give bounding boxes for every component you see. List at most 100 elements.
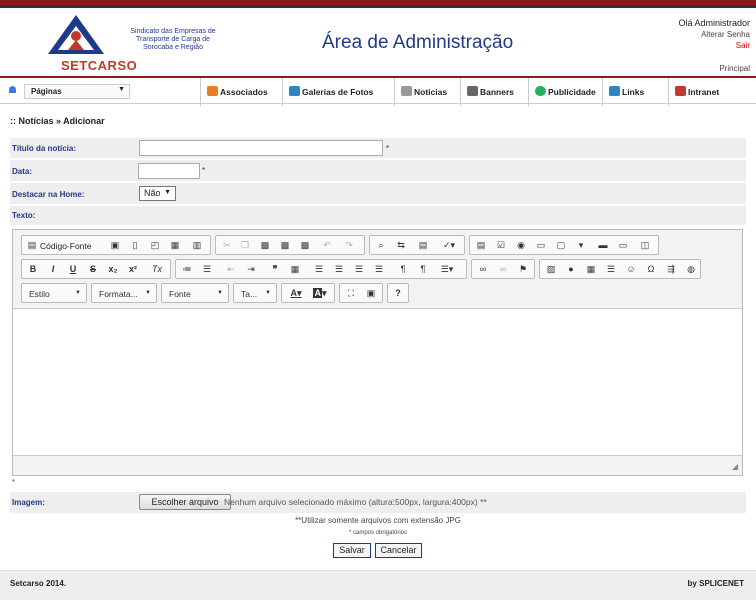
select-field-icon[interactable]: ▾ (574, 239, 588, 252)
logout-link[interactable]: Sair (736, 41, 750, 50)
principal-link[interactable]: Principal (719, 64, 750, 73)
ltr-icon[interactable]: ¶ (396, 263, 410, 276)
toolbar-group-clipboard: ✂ ❐ ▩ ▩ ▩ ↶ ↷ (215, 235, 365, 255)
superscript-icon[interactable]: x² (126, 263, 140, 276)
save-icon[interactable]: ▣ (108, 239, 122, 252)
setcarso-logo[interactable]: Sindicato das Empresas de Transporte de … (28, 14, 216, 73)
editor-content-area[interactable] (13, 308, 742, 456)
jpg-note: **Utilizar somente arquivos com extensão… (295, 516, 461, 525)
date-input[interactable] (138, 163, 200, 179)
nav-item-galerias[interactable]: Galerias de Fotos (282, 78, 394, 106)
copy-icon[interactable]: ❐ (238, 239, 252, 252)
nav-item-associados[interactable]: Associados (200, 78, 282, 106)
indent-icon[interactable]: ⇥ (244, 263, 258, 276)
bg-color-button[interactable]: A▾ (310, 287, 330, 300)
image-icon[interactable]: ▨ (544, 263, 558, 276)
print-icon[interactable]: ▦ (168, 239, 182, 252)
font-dropdown[interactable]: Fonte ▼ (161, 283, 229, 303)
resize-grip-icon[interactable]: ◢ (732, 462, 738, 471)
size-dropdown[interactable]: Ta... ▼ (233, 283, 277, 303)
subscript-icon[interactable]: x₂ (106, 263, 120, 276)
align-right-icon[interactable]: ☰ (352, 263, 366, 276)
style-dropdown[interactable]: Estilo ▼ (21, 283, 87, 303)
date-label: Data: (12, 167, 33, 176)
unlink-icon[interactable]: ∞ (496, 263, 510, 276)
logo-name: SETCARSO (61, 58, 138, 73)
change-password-link[interactable]: Alterar Senha (701, 30, 750, 39)
iframe-globe-icon[interactable]: ◍ (684, 263, 698, 276)
required-fields-note: * campos obrigatórios (348, 530, 408, 536)
button-field-icon[interactable]: ▬ (596, 239, 610, 252)
underline-icon[interactable]: U (66, 263, 80, 276)
justify-icon[interactable]: ☰ (372, 263, 386, 276)
select-all-icon[interactable]: ▤ (416, 239, 430, 252)
outdent-icon[interactable]: ⇤ (224, 263, 238, 276)
smiley-icon[interactable]: ☺ (624, 263, 638, 276)
language-icon[interactable]: ☰▾ (436, 263, 458, 276)
numbered-list-icon[interactable]: ≔ (180, 263, 194, 276)
italic-icon[interactable]: I (46, 263, 60, 276)
align-left-icon[interactable]: ☰ (312, 263, 326, 276)
replace-icon[interactable]: ⇆ (394, 239, 408, 252)
maximize-icon[interactable]: ⛶ (344, 287, 358, 300)
textarea-icon[interactable]: ▢ (554, 239, 568, 252)
chevron-down-icon: ▼ (145, 290, 151, 296)
help-button[interactable]: ? (391, 287, 405, 300)
title-input[interactable] (139, 140, 383, 156)
nav-item-intranet[interactable]: Intranet (668, 78, 752, 106)
textfield-icon[interactable]: ▭ (534, 239, 548, 252)
rtl-icon[interactable]: ¶ (416, 263, 430, 276)
toolbar-group-about: ? (387, 283, 409, 303)
radio-icon[interactable]: ◉ (514, 239, 528, 252)
cut-icon[interactable]: ✂ (220, 239, 234, 252)
nav-item-noticias[interactable]: Notícias (394, 78, 460, 106)
checkbox-icon[interactable]: ☑ (494, 239, 508, 252)
text-color-button[interactable]: A▾ (286, 287, 306, 300)
bulleted-list-icon[interactable]: ☰ (200, 263, 214, 276)
image-button-icon[interactable]: ▭ (616, 239, 630, 252)
redo-icon[interactable]: ↷ (342, 239, 356, 252)
page-break-icon[interactable]: ⇶ (664, 263, 678, 276)
nav-item-banners[interactable]: Banners (460, 78, 528, 106)
spellcheck-icon[interactable]: ✓▾ (438, 239, 460, 252)
anchor-flag-icon[interactable]: ⚑ (516, 263, 530, 276)
paste-text-icon[interactable]: ▩ (278, 239, 292, 252)
title-row: Título da notícia: * (10, 138, 746, 159)
save-button[interactable]: Salvar (333, 543, 371, 558)
choose-file-button[interactable]: Escolher arquivo (139, 494, 231, 510)
size-dropdown-label: Ta... (241, 289, 258, 299)
form-icon[interactable]: ▤ (474, 239, 488, 252)
hidden-field-icon[interactable]: ◫ (638, 239, 652, 252)
bold-icon[interactable]: B (26, 263, 40, 276)
paste-word-icon[interactable]: ▩ (298, 239, 312, 252)
align-center-icon[interactable]: ☰ (332, 263, 346, 276)
paste-icon[interactable]: ▩ (258, 239, 272, 252)
search-icon[interactable]: ⌕ (374, 239, 388, 252)
cancel-button[interactable]: Cancelar (375, 543, 422, 558)
table-icon[interactable]: ▦ (584, 263, 598, 276)
undo-icon[interactable]: ↶ (320, 239, 334, 252)
div-container-icon[interactable]: ▦ (288, 263, 302, 276)
flash-icon[interactable]: ● (564, 263, 578, 276)
nav-item-links[interactable]: Links (602, 78, 668, 106)
nav-item-publicidade[interactable]: Publicidade (528, 78, 602, 106)
highlight-select[interactable]: Não ▼ (139, 186, 176, 201)
templates-icon[interactable]: ▥ (190, 239, 204, 252)
preview-icon[interactable]: ◰ (148, 239, 162, 252)
pages-dropdown[interactable]: ☗ Páginas ▼ (8, 82, 198, 102)
show-blocks-icon[interactable]: ▣ (364, 287, 378, 300)
required-mark: * (386, 144, 390, 153)
chevron-down-icon: ▼ (217, 290, 223, 296)
blockquote-icon[interactable]: ❞ (268, 263, 282, 276)
footer-copyright: Setcarso 2014. (10, 579, 67, 588)
format-dropdown[interactable]: Formata... ▼ (91, 283, 157, 303)
new-page-icon[interactable]: ▯ (128, 239, 142, 252)
remove-format-icon[interactable]: Tx (150, 263, 164, 276)
source-button[interactable]: Código-Fonte (40, 241, 92, 251)
photo-gallery-icon (289, 86, 300, 96)
special-char-icon[interactable]: Ω (644, 263, 658, 276)
link-icon[interactable]: ∞ (476, 263, 490, 276)
strikethrough-icon[interactable]: S (86, 263, 100, 276)
pages-select[interactable]: Páginas ▼ (24, 84, 130, 99)
horizontal-line-icon[interactable]: ☰ (604, 263, 618, 276)
